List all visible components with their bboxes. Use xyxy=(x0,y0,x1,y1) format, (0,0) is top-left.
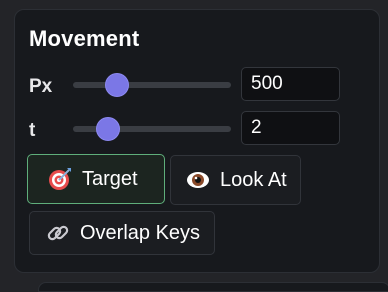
t-slider-handle[interactable] xyxy=(95,117,120,141)
target-button-label: Target xyxy=(82,167,138,190)
px-value-input[interactable]: 500 xyxy=(241,67,340,101)
px-slider-handle[interactable] xyxy=(105,73,130,97)
t-value-input[interactable]: 2 xyxy=(241,111,340,145)
link-icon xyxy=(46,221,70,245)
px-label: Px xyxy=(29,76,53,97)
px-slider[interactable] xyxy=(73,73,231,97)
movement-panel: Movement Px 500 t 2 Target Look At Overl… xyxy=(14,9,380,273)
t-slider[interactable] xyxy=(73,117,231,141)
next-panel-edge xyxy=(38,282,388,292)
target-icon xyxy=(48,167,72,191)
overlap-keys-button[interactable]: Overlap Keys xyxy=(29,211,215,255)
target-button[interactable]: Target xyxy=(27,154,165,204)
look-at-button-label: Look At xyxy=(220,168,287,191)
look-at-button[interactable]: Look At xyxy=(170,155,301,205)
eye-icon xyxy=(186,168,210,192)
t-label: t xyxy=(29,120,36,141)
overlap-keys-button-label: Overlap Keys xyxy=(80,221,201,244)
panel-title: Movement xyxy=(29,26,140,51)
